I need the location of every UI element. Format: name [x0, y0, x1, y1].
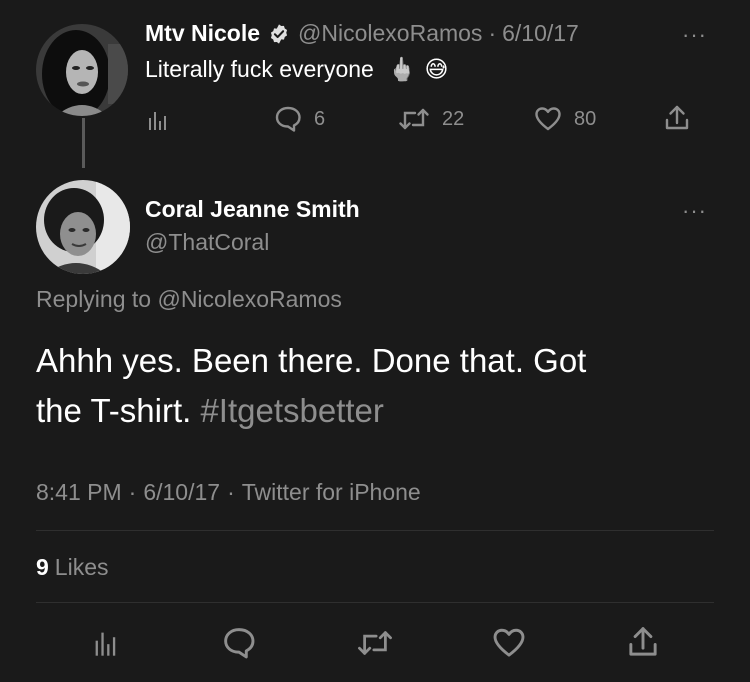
- meta-dot-1: ·: [128, 479, 137, 505]
- parent-retweet-button[interactable]: 22: [398, 106, 464, 132]
- divider-top: [36, 530, 714, 531]
- main-tweet-text: Ahhh yes. Been there. Done that. Got the…: [36, 336, 586, 436]
- likes-count: 9: [36, 554, 49, 580]
- reply-icon: [275, 106, 301, 132]
- analytics-icon: [95, 632, 116, 656]
- likes-label: Likes: [54, 554, 109, 580]
- main-more-icon[interactable]: ···: [682, 200, 707, 222]
- heart-icon: [493, 628, 525, 657]
- parent-like-count: 80: [574, 107, 597, 130]
- tweet-source[interactable]: Twitter for iPhone: [242, 479, 421, 506]
- share-icon: [629, 627, 657, 656]
- parent-date[interactable]: 6/10/17: [502, 20, 579, 47]
- tweet-time[interactable]: 8:41 PM: [36, 479, 122, 506]
- parent-share-button[interactable]: [664, 104, 690, 132]
- replying-to: Replying to @NicolexoRamos: [36, 286, 342, 313]
- reply-icon: [224, 628, 255, 659]
- parent-handle[interactable]: @NicolexoRamos: [298, 20, 482, 47]
- thread-connector-line: [82, 118, 85, 168]
- likes-summary[interactable]: 9 Likes: [36, 554, 109, 581]
- main-reply-button[interactable]: [222, 627, 256, 659]
- replying-to-handle[interactable]: @NicolexoRamos: [157, 286, 341, 312]
- parent-like-button[interactable]: 80: [534, 106, 596, 132]
- main-text-line-2-plain: the T-shirt.: [36, 392, 201, 429]
- retweet-icon: [399, 108, 429, 130]
- tweet-meta: 8:41 PM · 6/10/17 · Twitter for iPhone: [36, 479, 421, 506]
- meta-dot-2: ·: [227, 479, 235, 505]
- parent-reply-button[interactable]: 6: [274, 106, 325, 132]
- parent-tweet-header: Mtv Nicole @NicolexoRamos · 6/10/17: [145, 20, 579, 47]
- retweet-icon: [358, 631, 392, 655]
- parent-more-icon[interactable]: ···: [682, 24, 707, 46]
- sweat-smile-emoji: 😅: [424, 56, 449, 82]
- middle-finger-emoji: 🖕: [387, 56, 417, 82]
- share-icon: [665, 105, 689, 130]
- main-handle[interactable]: @ThatCoral: [145, 229, 269, 256]
- main-share-button[interactable]: [627, 625, 659, 659]
- verified-badge-icon: [268, 23, 290, 45]
- parent-display-name[interactable]: Mtv Nicole: [145, 20, 260, 47]
- parent-analytics-button[interactable]: [146, 108, 170, 132]
- tweet-date[interactable]: 6/10/17: [143, 479, 220, 506]
- divider-bottom: [36, 602, 714, 603]
- parent-text: Literally fuck everyone: [145, 56, 374, 82]
- main-text-line-2: the T-shirt. #Itgetsbetter: [36, 386, 586, 436]
- parent-retweet-count: 22: [442, 107, 465, 130]
- main-analytics-button[interactable]: [92, 628, 120, 658]
- main-display-name[interactable]: Coral Jeanne Smith: [145, 196, 360, 223]
- main-avatar[interactable]: [36, 180, 130, 274]
- main-text-line-1: Ahhh yes. Been there. Done that. Got: [36, 342, 587, 379]
- analytics-icon: [149, 112, 166, 130]
- parent-reply-count: 6: [314, 107, 326, 130]
- header-separator: ·: [488, 20, 497, 46]
- main-retweet-button[interactable]: [356, 628, 394, 658]
- hashtag-link[interactable]: #Itgetsbetter: [200, 392, 383, 429]
- replying-to-prefix: Replying to: [36, 286, 152, 312]
- parent-avatar[interactable]: [36, 24, 128, 116]
- main-like-button[interactable]: [492, 627, 526, 659]
- heart-icon: [535, 107, 561, 131]
- parent-tweet-text: Literally fuck everyone 🖕 😅: [145, 56, 448, 83]
